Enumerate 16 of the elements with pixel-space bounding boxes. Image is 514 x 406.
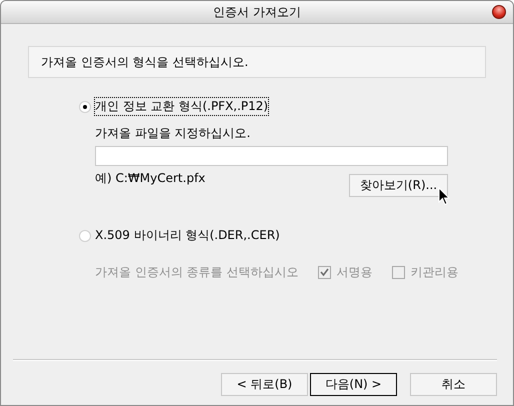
checkbox-label: 서명용 xyxy=(336,264,372,281)
field-label: 가져올 파일을 지정하십시오. xyxy=(95,126,250,140)
radio-button[interactable] xyxy=(79,100,91,112)
file-path-field[interactable] xyxy=(95,146,448,166)
back-button[interactable]: < 뒤로(B) xyxy=(221,373,308,396)
usage-label: 가져올 인증서의 종류를 선택하십시오 xyxy=(95,264,298,281)
cursor-icon xyxy=(438,187,450,206)
example-text: 예) C:₩MyCert.pfx xyxy=(95,170,206,187)
window-title: 인증서 가져오기 xyxy=(213,4,301,20)
next-button[interactable]: 다음(N) > xyxy=(310,373,397,396)
cancel-button[interactable]: 취소 xyxy=(410,373,497,396)
radio-label[interactable]: 개인 정보 교환 형식(.PFX,.P12) xyxy=(95,98,268,115)
browse-button[interactable]: 찾아보기(R)... xyxy=(349,174,448,197)
instruction-text: 가져올 인증서의 형식을 선택하십시오. xyxy=(41,54,248,70)
checkbox-label: 키관리용 xyxy=(410,264,458,281)
close-button[interactable] xyxy=(492,5,506,19)
